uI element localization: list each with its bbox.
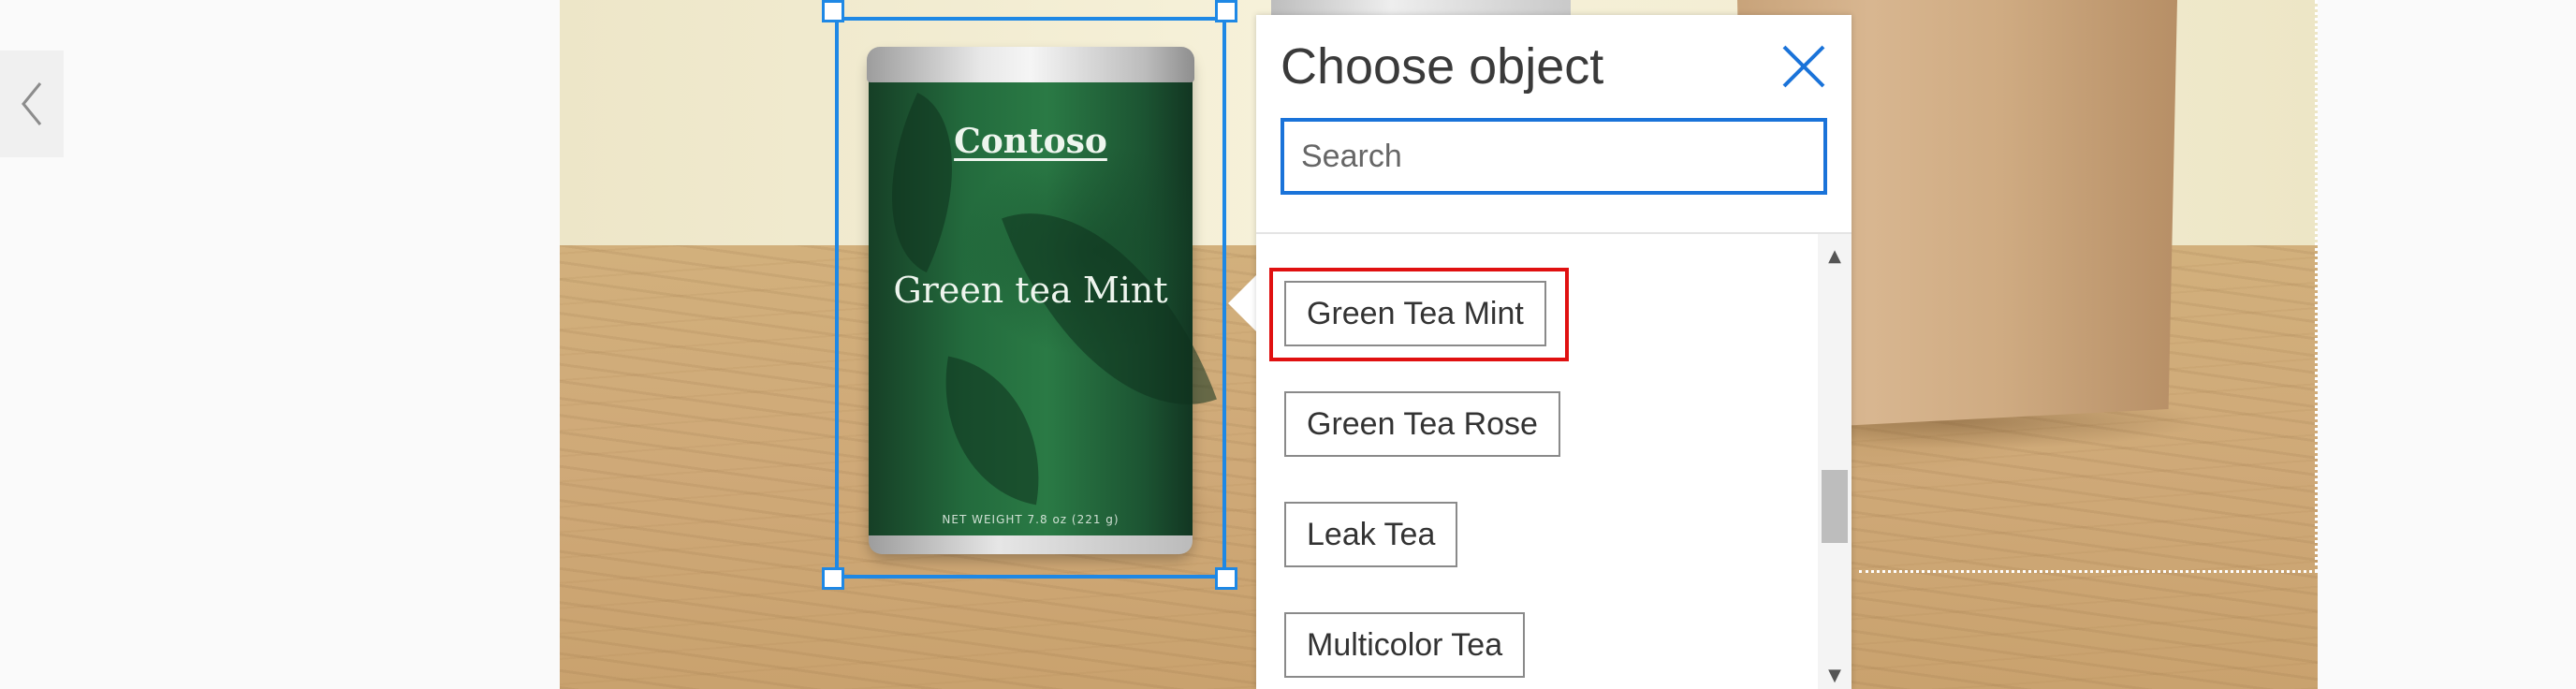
scroll-thumb[interactable]	[1822, 470, 1848, 543]
paper-bag-region[interactable]	[1859, 0, 2318, 573]
close-icon[interactable]	[1777, 39, 1831, 94]
list-item-leak-tea[interactable]: Leak Tea	[1284, 502, 1458, 567]
scroll-up-arrow-icon[interactable]: ▲	[1818, 242, 1852, 270]
list-item-label: Leak Tea	[1307, 516, 1436, 552]
choose-object-popup: Choose object Green Tea Mint Green Tea R…	[1256, 15, 1852, 689]
scroll-down-arrow-icon[interactable]: ▼	[1818, 661, 1852, 689]
resize-handle-top-left[interactable]	[822, 0, 844, 22]
object-selection-box[interactable]	[835, 17, 1226, 579]
popup-title: Choose object	[1281, 38, 1604, 95]
list-item-label: Green Tea Mint	[1307, 295, 1524, 331]
list-item-label: Green Tea Rose	[1307, 405, 1538, 442]
list-item-multicolor-tea[interactable]: Multicolor Tea	[1284, 612, 1526, 678]
list-item-green-tea-mint[interactable]: Green Tea Mint	[1284, 281, 1546, 346]
resize-handle-top-right[interactable]	[1215, 0, 1237, 22]
list-item-label: Multicolor Tea	[1307, 626, 1503, 663]
list-item-green-tea-rose[interactable]: Green Tea Rose	[1284, 391, 1560, 457]
resize-handle-bottom-right[interactable]	[1215, 567, 1237, 590]
popup-pointer	[1228, 273, 1258, 333]
search-field[interactable]	[1281, 118, 1827, 195]
search-input[interactable]	[1284, 122, 1823, 191]
previous-button[interactable]	[0, 51, 64, 157]
chevron-left-icon	[22, 82, 42, 125]
resize-handle-bottom-left[interactable]	[822, 567, 844, 590]
object-list: Green Tea Mint Green Tea Rose Leak Tea M…	[1256, 234, 1818, 689]
list-scrollbar[interactable]: ▲ ▼	[1818, 234, 1852, 689]
